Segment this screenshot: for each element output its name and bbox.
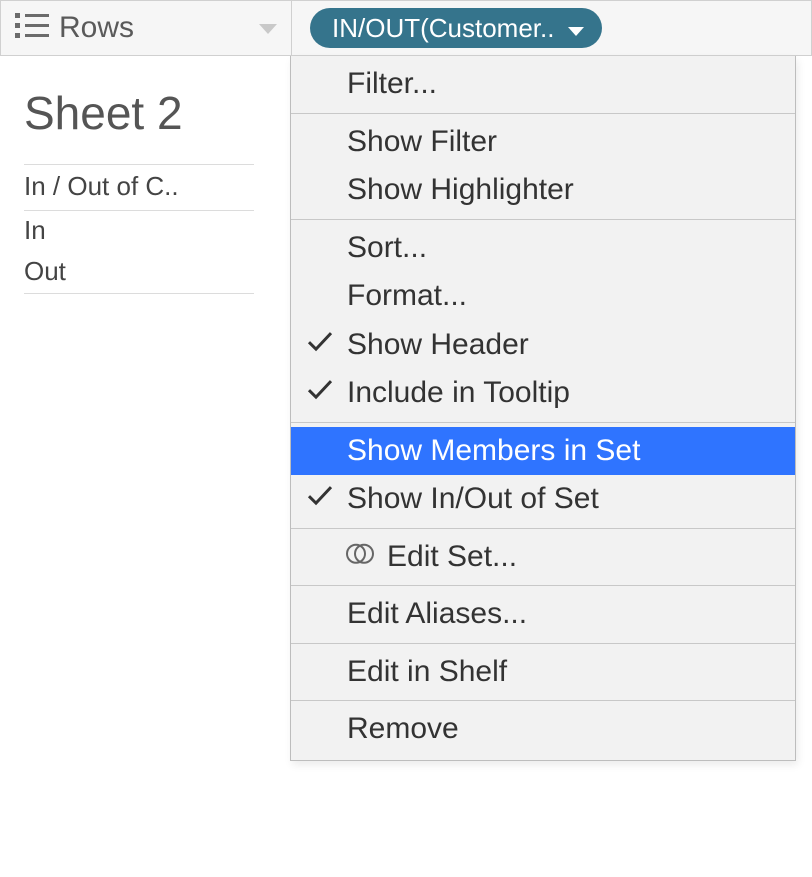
rows-pill[interactable]: IN/OUT(Customer.. xyxy=(310,8,602,48)
menu-item-include-tooltip[interactable]: Include in Tooltip xyxy=(291,369,795,418)
table-row-label: Out xyxy=(24,256,66,287)
table-row[interactable]: In xyxy=(24,211,254,252)
menu-item-label: Include in Tooltip xyxy=(347,376,570,409)
menu-separator xyxy=(291,585,795,586)
data-table: In / Out of C.. In Out xyxy=(24,164,254,294)
table-row[interactable]: Out xyxy=(24,252,254,293)
table-column-header[interactable]: In / Out of C.. xyxy=(24,164,254,211)
pill-caret-icon[interactable] xyxy=(568,13,584,44)
table-row-label: In xyxy=(24,215,46,246)
menu-item-edit-set[interactable]: Edit Set... xyxy=(291,533,795,582)
menu-item-show-members-in-set[interactable]: Show Members in Set xyxy=(291,427,795,476)
menu-item-remove[interactable]: Remove xyxy=(291,705,795,754)
check-icon xyxy=(307,477,333,518)
menu-item-show-highlighter[interactable]: Show Highlighter xyxy=(291,166,795,215)
rows-shelf-caret-icon[interactable] xyxy=(259,23,277,41)
set-icon xyxy=(345,537,375,578)
rows-list-icon xyxy=(15,11,49,45)
menu-item-label: Show In/Out of Set xyxy=(347,482,599,515)
rows-shelf-drop-area[interactable]: IN/OUT(Customer.. xyxy=(292,0,812,56)
rows-pill-label: IN/OUT(Customer.. xyxy=(332,13,554,44)
menu-separator xyxy=(291,422,795,423)
rows-shelf-label-box[interactable]: Rows xyxy=(0,0,292,56)
rows-shelf: Rows IN/OUT(Customer.. xyxy=(0,0,812,56)
menu-separator xyxy=(291,219,795,220)
menu-item-label: Edit Set... xyxy=(387,540,517,573)
menu-item-filter[interactable]: Filter... xyxy=(291,60,795,109)
menu-separator xyxy=(291,643,795,644)
menu-separator xyxy=(291,700,795,701)
menu-item-show-header[interactable]: Show Header xyxy=(291,321,795,370)
menu-item-show-filter[interactable]: Show Filter xyxy=(291,118,795,167)
menu-item-show-in-out-of-set[interactable]: Show In/Out of Set xyxy=(291,475,795,524)
menu-item-sort[interactable]: Sort... xyxy=(291,224,795,273)
menu-item-edit-in-shelf[interactable]: Edit in Shelf xyxy=(291,648,795,697)
check-icon xyxy=(307,323,333,364)
rows-shelf-label: Rows xyxy=(59,11,134,45)
menu-separator xyxy=(291,113,795,114)
menu-item-edit-aliases[interactable]: Edit Aliases... xyxy=(291,590,795,639)
menu-item-label: Show Header xyxy=(347,328,529,361)
menu-item-format[interactable]: Format... xyxy=(291,272,795,321)
check-icon xyxy=(307,371,333,412)
menu-separator xyxy=(291,528,795,529)
pill-context-menu: Filter... Show Filter Show Highlighter S… xyxy=(290,56,796,761)
